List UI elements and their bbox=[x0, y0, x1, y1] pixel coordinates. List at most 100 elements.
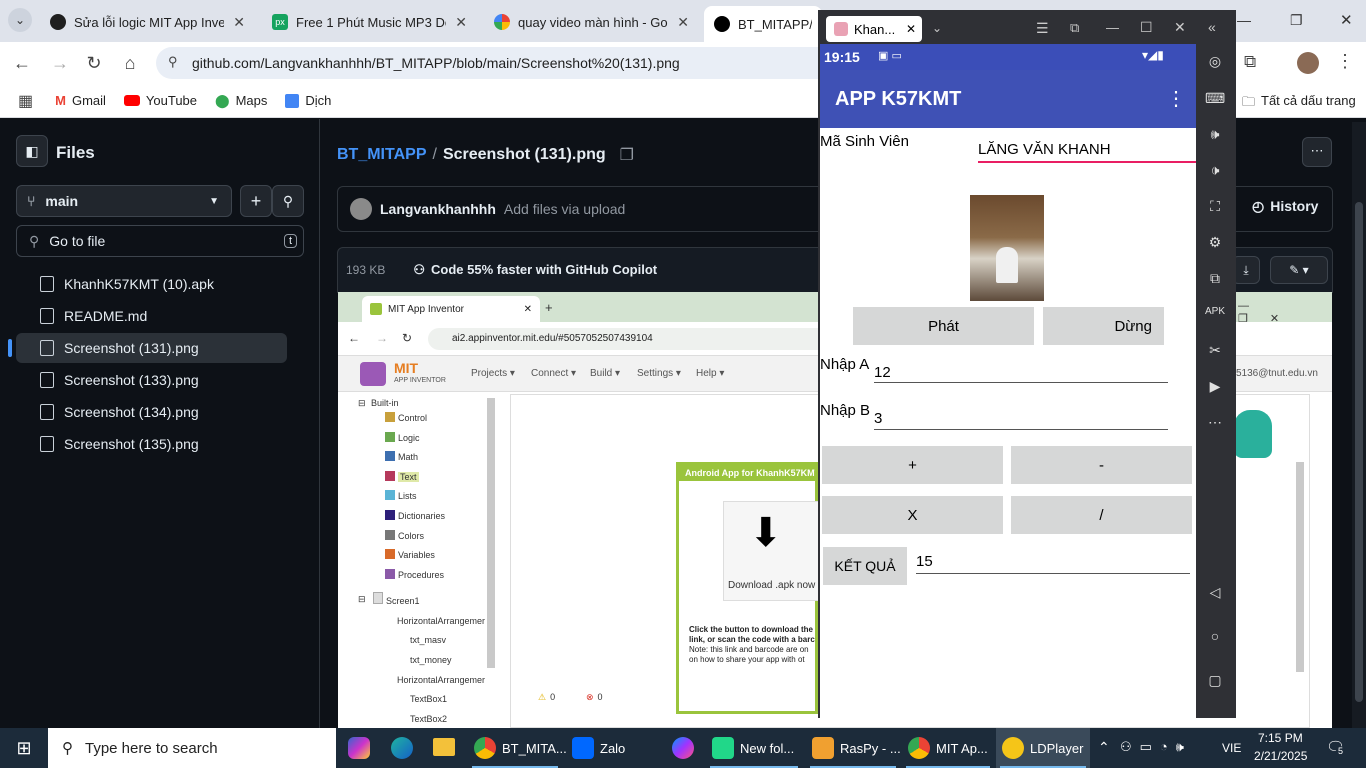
reload-icon[interactable]: ↻ bbox=[82, 51, 106, 75]
android-recents-icon[interactable]: ▢ bbox=[1205, 672, 1225, 692]
start-button[interactable]: ⊞ bbox=[0, 728, 48, 768]
history-button[interactable]: ◴ History bbox=[1252, 198, 1318, 215]
multiply-button[interactable]: X bbox=[822, 496, 1003, 534]
search-button[interactable]: ⚲ bbox=[272, 185, 304, 217]
page-scrollbar[interactable] bbox=[1352, 122, 1366, 728]
file-item[interactable]: Screenshot (134).png bbox=[16, 397, 287, 427]
close-tab-icon[interactable]: ✕ bbox=[677, 14, 689, 31]
browser-tab-3[interactable]: quay video màn hình - Goog ✕ bbox=[484, 8, 699, 36]
minimize-icon[interactable]: — bbox=[1106, 20, 1119, 35]
taskbar-search[interactable]: ⚲ Type here to search bbox=[48, 728, 336, 768]
stop-button[interactable]: Dừng bbox=[1043, 307, 1164, 345]
repo-link[interactable]: BT_MITAPP bbox=[337, 146, 426, 164]
collapse-sidebar-button[interactable]: ◧ bbox=[16, 135, 48, 167]
messenger-icon[interactable] bbox=[672, 737, 694, 759]
copilot-promo[interactable]: ⚇ Code 55% faster with GitHub Copilot bbox=[413, 262, 657, 278]
copy-path-icon[interactable]: ❐ bbox=[620, 145, 634, 165]
hamburger-menu-icon[interactable]: ☰ bbox=[1036, 20, 1049, 37]
commit-author[interactable]: Langvankhanhhh bbox=[380, 201, 496, 217]
bookmark-translate[interactable]: Dịch bbox=[285, 93, 331, 108]
chrome-icon bbox=[908, 737, 930, 759]
add-button[interactable]: + bbox=[822, 446, 1003, 484]
taskbar-app-chrome-mit[interactable]: MIT Ap... bbox=[902, 728, 994, 768]
restore-window-icon[interactable]: ❐ bbox=[1290, 12, 1303, 29]
subtract-button[interactable]: - bbox=[1011, 446, 1192, 484]
add-file-button[interactable]: + bbox=[240, 185, 272, 217]
taskbar-app-chrome-github[interactable]: BT_MITA... bbox=[468, 728, 567, 768]
divide-button[interactable]: / bbox=[1011, 496, 1192, 534]
show-hidden-icons[interactable]: ⌃ bbox=[1098, 739, 1110, 756]
volume-down-icon[interactable]: 🕩 bbox=[1205, 162, 1225, 182]
bookmark-youtube[interactable]: YouTube bbox=[123, 93, 197, 108]
emulator-tab[interactable]: Khan... ✕ bbox=[826, 16, 922, 42]
all-bookmarks[interactable]: 🗀 Tất cả dấu trang bbox=[1242, 93, 1356, 115]
bookmark-gmail[interactable]: M Gmail bbox=[55, 93, 106, 108]
volume-up-icon[interactable]: 🕪 bbox=[1205, 126, 1225, 146]
taskbar-app-ldplayer[interactable]: LDPlayer bbox=[996, 728, 1090, 768]
site-info-icon[interactable]: ⚲ bbox=[168, 54, 178, 70]
apk-install-icon[interactable]: APK bbox=[1205, 306, 1225, 326]
close-tab-icon[interactable]: ✕ bbox=[233, 14, 245, 31]
back-icon[interactable]: ← bbox=[10, 51, 34, 75]
android-home-icon[interactable]: ○ bbox=[1205, 628, 1225, 648]
clock-time[interactable]: 7:15 PM bbox=[1258, 731, 1303, 745]
settings-icon[interactable]: ⚙ bbox=[1205, 234, 1225, 254]
avatar[interactable] bbox=[350, 198, 372, 220]
language-indicator[interactable]: VIE bbox=[1222, 741, 1241, 755]
browser-tab-4-active[interactable]: BT_MITAPP/Scr bbox=[704, 6, 822, 42]
input-a-field[interactable]: 12 bbox=[874, 364, 891, 381]
file-item[interactable]: Screenshot (135).png bbox=[16, 429, 287, 459]
screen-mode-icon[interactable]: ⧉ bbox=[1070, 20, 1079, 36]
close-window-icon[interactable]: ✕ bbox=[1340, 11, 1353, 29]
edit-file-button[interactable]: ✎ ▾ bbox=[1270, 256, 1328, 284]
file-item-selected[interactable]: Screenshot (131).png bbox=[16, 333, 287, 363]
commit-message[interactable]: Add files via upload bbox=[504, 201, 625, 217]
taskbar-app-zalo[interactable]: Zalo bbox=[566, 728, 656, 768]
close-emulator-icon[interactable]: ✕ bbox=[1174, 19, 1186, 36]
play-button[interactable]: Phát bbox=[853, 307, 1034, 345]
keyboard-mapping-icon[interactable]: ⌨ bbox=[1205, 90, 1225, 110]
download-raw-button[interactable]: ⤓ bbox=[1232, 256, 1260, 284]
file-item[interactable]: Screenshot (133).png bbox=[16, 365, 287, 395]
taskbar-app-pycharm[interactable]: New fol... bbox=[706, 728, 802, 768]
file-explorer-icon[interactable] bbox=[433, 738, 455, 756]
apps-grid-icon[interactable]: ▦ bbox=[18, 91, 33, 111]
multi-instance-icon[interactable]: ⧉ bbox=[1205, 270, 1225, 290]
tab-dropdown-icon[interactable]: ⌄ bbox=[932, 21, 942, 35]
edge-icon[interactable] bbox=[391, 737, 413, 759]
maximize-icon[interactable]: ☐ bbox=[1140, 19, 1153, 36]
file-item[interactable]: KhanhK57KMT (10).apk bbox=[16, 269, 287, 299]
copilot-taskbar-icon[interactable] bbox=[348, 737, 370, 759]
extensions-icon[interactable]: ⧉ bbox=[1244, 52, 1256, 72]
student-id-field[interactable]: LĂNG VĂN KHANH bbox=[978, 141, 1111, 158]
fullscreen-icon[interactable]: ⛶ bbox=[1205, 198, 1225, 218]
result-button[interactable]: KẾT QUẢ bbox=[823, 547, 907, 585]
taskbar-app-raspy[interactable]: RasPy - ... bbox=[806, 728, 901, 768]
tab-search-button[interactable]: ⌄ bbox=[8, 8, 32, 32]
go-to-file-input[interactable]: ⚲ Go to file t bbox=[16, 225, 304, 257]
android-back-icon[interactable]: ◁ bbox=[1205, 584, 1225, 604]
close-tab-icon[interactable]: ✕ bbox=[455, 14, 467, 31]
bookmark-maps[interactable]: ⬤ Maps bbox=[215, 93, 267, 109]
browser-tab-2[interactable]: px Free 1 Phút Music MP3 Dow ✕ bbox=[262, 8, 477, 36]
scrollbar-thumb[interactable] bbox=[1355, 202, 1363, 702]
collapse-sidebar-icon[interactable]: « bbox=[1208, 19, 1216, 35]
more-options-button[interactable]: ⋯ bbox=[1302, 137, 1332, 167]
scissors-icon[interactable]: ✂ bbox=[1205, 342, 1225, 362]
browser-menu-icon[interactable]: ⋮ bbox=[1336, 51, 1354, 72]
gamepad-icon[interactable]: ◎ bbox=[1205, 53, 1225, 73]
record-icon[interactable]: ▶ bbox=[1205, 378, 1225, 398]
browser-tab-1[interactable]: Sửa lỗi logic MIT App Invent ✕ bbox=[40, 8, 255, 36]
more-tools-icon[interactable]: ⋯ bbox=[1205, 414, 1225, 434]
profile-avatar[interactable] bbox=[1297, 52, 1319, 74]
clock-date[interactable]: 2/21/2025 bbox=[1254, 749, 1307, 763]
home-icon[interactable]: ⌂ bbox=[118, 51, 142, 75]
file-item[interactable]: README.md bbox=[16, 301, 287, 331]
forward-icon[interactable]: → bbox=[48, 51, 72, 75]
branch-selector[interactable]: ⑂ main ▼ bbox=[16, 185, 232, 217]
overflow-menu-icon[interactable]: ⋮ bbox=[1166, 86, 1186, 111]
input-b-field[interactable]: 3 bbox=[874, 410, 882, 427]
close-tab-icon[interactable]: ✕ bbox=[906, 22, 916, 36]
minimize-window-icon[interactable]: — bbox=[1237, 12, 1251, 28]
system-tray-icons[interactable]: ⚇▭◔🕪 bbox=[1120, 739, 1192, 755]
